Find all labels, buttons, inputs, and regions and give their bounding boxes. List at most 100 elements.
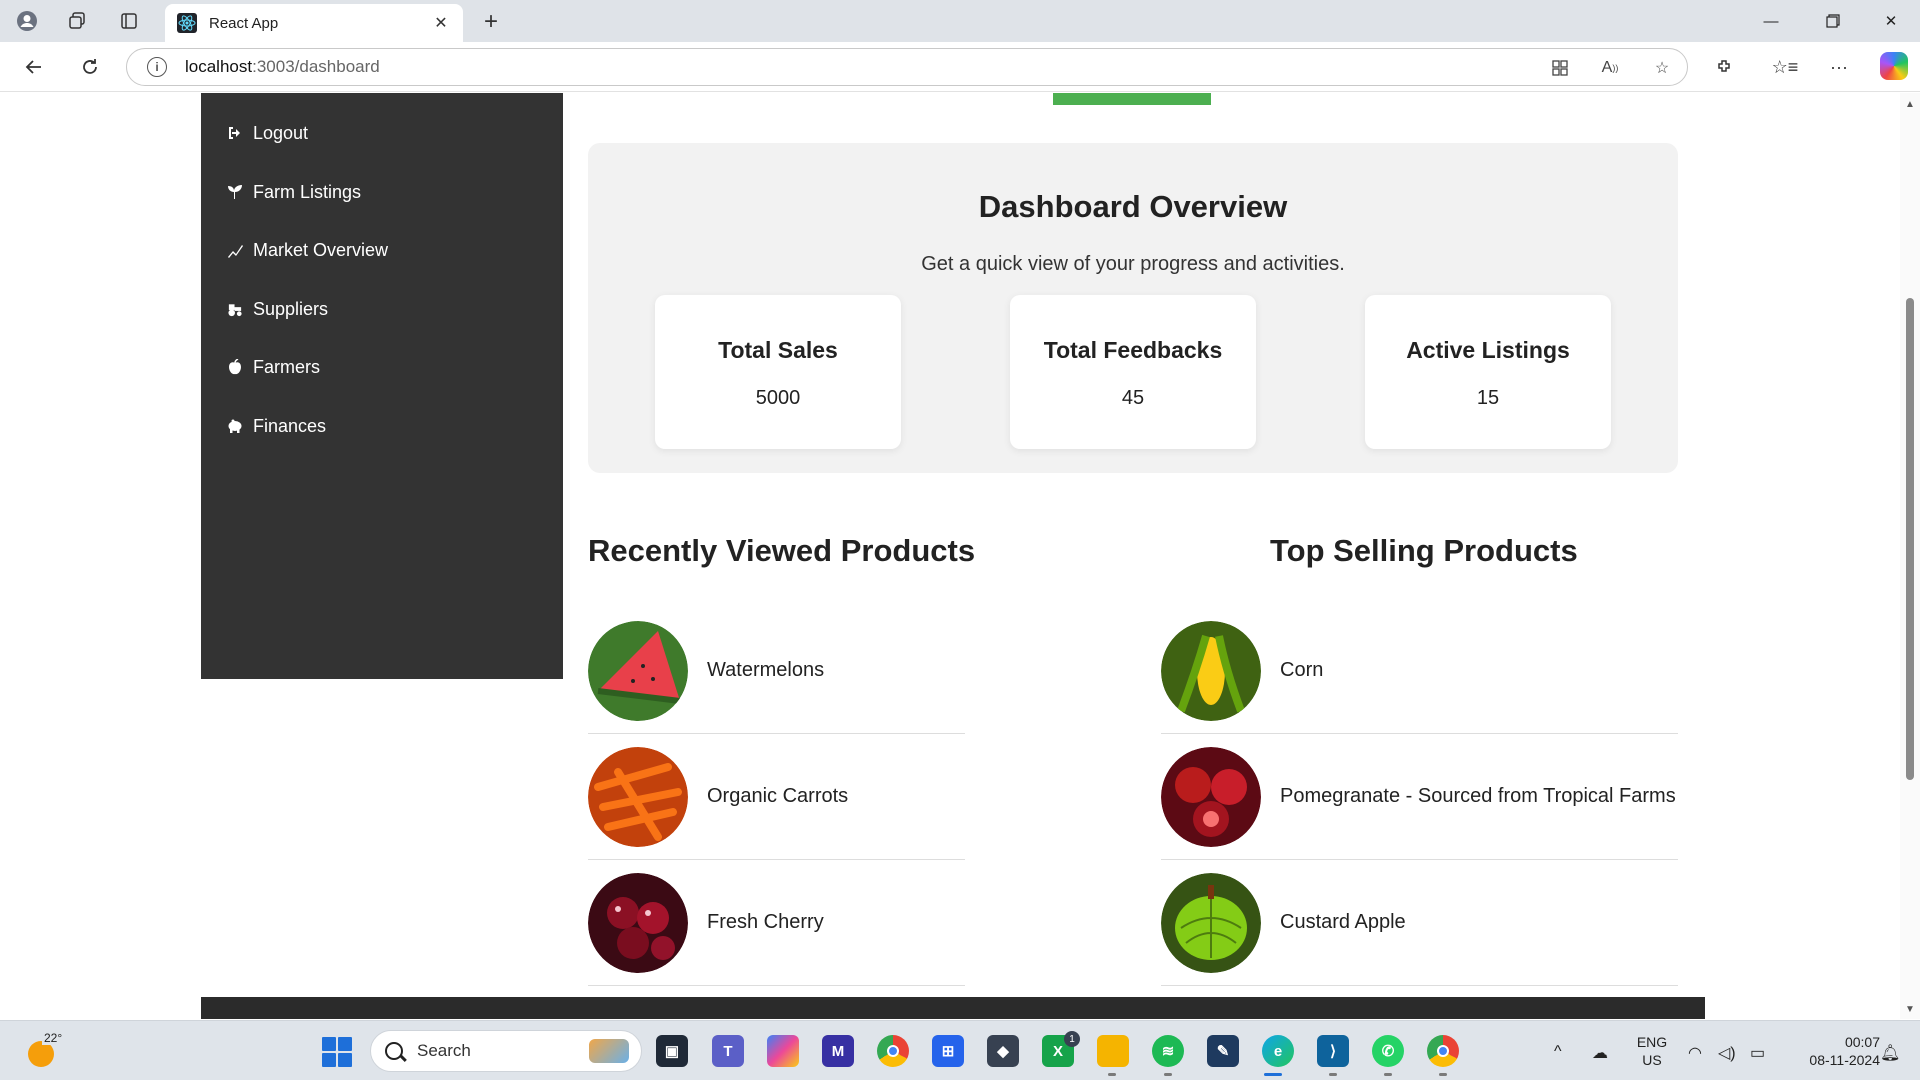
search-placeholder: Search [417,1041,471,1060]
workspaces-icon[interactable] [62,7,92,35]
spotify-icon[interactable]: ≋ [1152,1035,1184,1067]
language-line: ENG [1636,1034,1668,1050]
volume-icon[interactable]: ◁) [1718,1043,1736,1063]
chart-icon [227,242,243,258]
task-view-icon[interactable]: ▣ [656,1035,688,1067]
region-line: US [1642,1052,1662,1068]
page-scrollbar[interactable]: ▲ ▼ [1900,93,1920,1019]
top-selling-title: Top Selling Products [1270,533,1578,568]
file-explorer-icon[interactable] [1097,1035,1129,1067]
sidebar: Logout Farm Listings Market Overview Sup… [201,93,563,679]
url-field[interactable]: i localhost:3003/dashboard A)) ☆ [126,48,1688,86]
list-item[interactable]: Organic Carrots [588,734,965,860]
url-host: localhost [185,57,253,76]
onedrive-icon[interactable]: ☁ [1592,1043,1608,1063]
search-icon [385,1042,403,1060]
app-available-icon[interactable] [1545,57,1575,79]
favorites-icon[interactable]: ☆≡ [1770,54,1800,80]
custard-apple-image [1161,872,1261,973]
product-name: Watermelons [707,659,825,681]
copilot-icon[interactable] [1880,52,1908,80]
sidebar-item-finances[interactable]: Finances [227,411,326,441]
whatsapp-icon[interactable]: ✆ [1372,1035,1404,1067]
restore-icon[interactable] [1810,8,1856,34]
close-window-icon[interactable]: ✕ [1868,8,1914,34]
dashboard-overview-panel: Dashboard Overview Get a quick view of y… [588,143,1678,473]
tractor-icon [227,302,243,317]
list-item[interactable]: Watermelons [588,608,965,734]
minimize-icon[interactable]: — [1748,8,1794,34]
react-logo-icon [177,13,197,33]
more-menu-icon[interactable]: ··· [1824,54,1854,80]
corn-image [1161,620,1261,721]
language-indicator[interactable]: ENG US [1636,1033,1668,1069]
running-indicator [1384,1073,1392,1076]
site-info-icon[interactable]: i [147,57,167,77]
edge-icon[interactable]: e [1262,1035,1294,1067]
carrots-image [588,746,688,847]
clock-time: 00:07 [1844,1034,1880,1050]
editor-app-icon[interactable]: M [822,1035,854,1067]
scroll-down-icon[interactable]: ▼ [1905,1004,1915,1015]
tab-react-app[interactable]: React App ✕ [165,4,463,42]
refresh-icon[interactable] [74,52,106,82]
chrome-icon[interactable] [877,1035,909,1067]
stat-card-total-feedbacks: Total Feedbacks 45 [1010,295,1256,449]
favorite-star-icon[interactable]: ☆ [1647,57,1677,79]
extensions-icon[interactable] [1710,54,1740,80]
url-path: :3003/dashboard [252,57,380,76]
store-icon[interactable]: ⊞ [932,1035,964,1067]
pomegranate-image [1161,746,1261,847]
chrome-profile-icon[interactable] [1427,1035,1459,1067]
sidebar-item-market-overview[interactable]: Market Overview [227,235,388,265]
piggy-bank-icon [227,419,243,433]
list-item[interactable]: Fresh Cherry [588,860,965,986]
back-icon[interactable] [18,52,50,82]
snipping-tool-icon[interactable]: ✎ [1207,1035,1239,1067]
stat-label: Active Listings [1406,337,1570,363]
sidebar-item-label: Farmers [253,356,320,377]
battery-icon[interactable]: ▭ [1750,1043,1765,1063]
footer-bar [201,997,1705,1019]
product-name: Corn [1280,659,1324,681]
stat-card-active-listings: Active Listings 15 [1365,295,1611,449]
active-indicator [1264,1073,1282,1076]
stat-label: Total Feedbacks [1043,337,1223,363]
clock-date: 08-11-2024 [1809,1052,1880,1068]
sidebar-item-label: Farm Listings [253,181,362,202]
unity-icon[interactable]: ◆ [987,1035,1019,1067]
show-hidden-icons-icon[interactable]: ^ [1554,1043,1562,1061]
profile-icon[interactable] [12,7,42,35]
sidebar-item-suppliers[interactable]: Suppliers [227,294,328,324]
running-indicator [1329,1073,1337,1076]
taskbar-search[interactable]: Search [370,1030,642,1072]
sidebar-item-farm-listings[interactable]: Farm Listings [227,177,361,207]
close-tab-icon[interactable]: ✕ [431,13,451,33]
product-name: Fresh Cherry [707,911,824,933]
list-item[interactable]: Pomegranate - Sourced from Tropical Farm… [1161,734,1678,860]
sidebar-item-label: Logout [253,122,309,143]
cherry-image [588,872,688,973]
new-tab-icon[interactable]: + [476,8,506,36]
list-item[interactable]: Corn [1161,608,1678,734]
clock[interactable]: 00:07 08-11-2024 [1784,1033,1880,1069]
scroll-thumb[interactable] [1906,298,1914,780]
product-name: Pomegranate - Sourced from Tropical Farm… [1280,785,1676,807]
teams-icon[interactable]: T [712,1035,744,1067]
copilot-app-icon[interactable] [767,1035,799,1067]
scroll-up-icon[interactable]: ▲ [1905,99,1915,110]
sidebar-item-logout[interactable]: Logout [227,118,308,148]
notification-bell-icon[interactable]: 🔔︎ [1880,1043,1900,1063]
wifi-icon[interactable]: ◠ [1688,1043,1702,1063]
sidebar-item-label: Suppliers [253,298,329,319]
windows-start-icon[interactable] [322,1037,352,1067]
tab-actions-icon[interactable] [114,7,144,35]
taskbar: 22° Search ▣ T M ⊞ ◆ X 1 ≋ ✎ e ⟩ ✆ ^ ☁ E… [0,1020,1920,1080]
sidebar-item-farmers[interactable]: Farmers [227,352,320,382]
weather-widget[interactable]: 22° [26,1031,65,1067]
browser-tab-bar: React App ✕ + — ✕ [0,0,1920,42]
list-item[interactable]: Custard Apple [1161,860,1678,986]
vscode-icon[interactable]: ⟩ [1317,1035,1349,1067]
overview-title: Dashboard Overview [978,189,1288,224]
read-aloud-icon[interactable]: A)) [1595,57,1625,79]
